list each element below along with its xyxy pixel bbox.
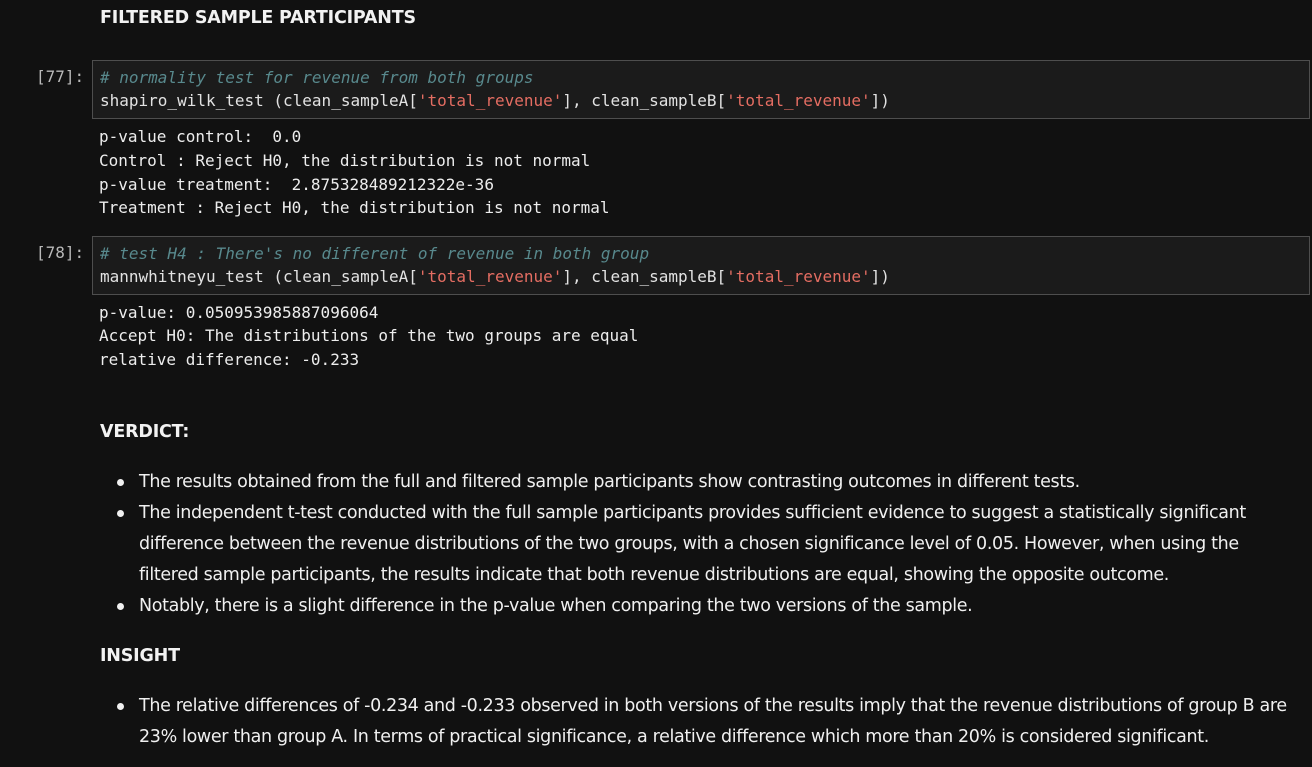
verdict-item: The results obtained from the full and f…: [99, 467, 1299, 498]
output-line: p-value control: 0.0: [99, 127, 302, 146]
verdict-list: The results obtained from the full and f…: [99, 467, 1299, 622]
code-string: 'total_revenue': [726, 267, 871, 286]
code-line: mannwhitneyu_test (clean_sampleA['total_…: [100, 267, 890, 286]
cell-prompt-77: [77]:: [36, 67, 85, 86]
code-comment: # normality test for revenue from both g…: [100, 68, 534, 87]
insight-item: The relative differences of -0.234 and -…: [99, 691, 1299, 753]
code-cell-78[interactable]: # test H4 : There's no different of reve…: [92, 236, 1310, 295]
output-line: relative difference: -0.233: [99, 350, 360, 369]
output-line: Accept H0: The distributions of the two …: [99, 326, 639, 345]
code-string: 'total_revenue': [417, 267, 563, 286]
code-text: ]): [870, 91, 890, 110]
output-line: p-value: 0.050953985887096064: [99, 303, 379, 322]
code-string: 'total_revenue': [726, 91, 871, 110]
verdict-heading: VERDICT:: [100, 422, 190, 442]
output-line: Treatment : Reject H0, the distribution …: [99, 198, 610, 217]
code-line: shapiro_wilk_test (clean_sampleA['total_…: [100, 91, 890, 110]
output-line: p-value treatment: 2.875328489212322e-36: [99, 175, 494, 194]
code-cell-77[interactable]: # normality test for revenue from both g…: [92, 60, 1310, 119]
code-text: ]): [870, 267, 890, 286]
code-comment: # test H4 : There's no different of reve…: [100, 244, 650, 263]
code-text: ], clean_sampleB[: [562, 267, 727, 286]
code-function-call: shapiro_wilk_test (clean_sampleA[: [100, 91, 418, 110]
insight-heading: INSIGHT: [100, 646, 180, 666]
verdict-item: The independent t-test conducted with th…: [99, 498, 1299, 591]
section-title: FILTERED SAMPLE PARTICIPANTS: [100, 8, 416, 28]
output-line: Control : Reject H0, the distribution is…: [99, 151, 591, 170]
code-function-call: mannwhitneyu_test (clean_sampleA[: [100, 267, 418, 286]
code-string: 'total_revenue': [417, 91, 563, 110]
insight-list: The relative differences of -0.234 and -…: [99, 691, 1299, 753]
code-text: ], clean_sampleB[: [562, 91, 727, 110]
cell-prompt-78: [78]:: [36, 243, 85, 262]
verdict-item: Notably, there is a slight difference in…: [99, 591, 1299, 622]
